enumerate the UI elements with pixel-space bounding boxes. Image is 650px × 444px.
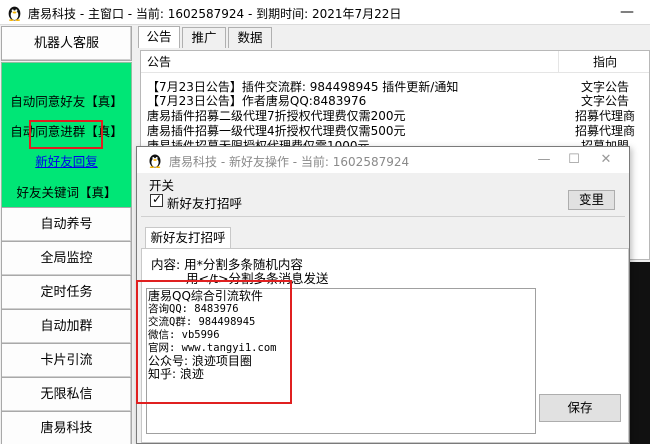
change-button[interactable]: 变里: [568, 190, 615, 210]
column-header-target[interactable]: 指向: [559, 51, 649, 73]
scheduled-task-button[interactable]: 定时任务: [1, 275, 132, 310]
unlimited-dm-button[interactable]: 无限私信: [1, 377, 132, 412]
announcement-text: 唐易插件招募一级代理4折授权代理费仅需500元: [147, 124, 406, 138]
announcement-target: 招募代理商: [574, 124, 635, 138]
dialog-maximize-button[interactable]: ☐: [559, 148, 589, 172]
auto-join-group-button[interactable]: 自动加群: [1, 309, 132, 344]
save-button[interactable]: 保存: [539, 394, 621, 422]
global-monitor-button[interactable]: 全局监控: [1, 241, 132, 276]
tangyi-tech-button[interactable]: 唐易科技: [1, 411, 132, 444]
minimize-button[interactable]: —: [610, 0, 644, 25]
list-item[interactable]: 唐易插件招募一级代理4折授权代理费仅需500元 招募代理商: [141, 124, 649, 138]
auto-nurture-button[interactable]: 自动养号: [1, 207, 132, 242]
announcement-target: 文字公告: [580, 94, 629, 108]
announcement-text: 【7月23日公告】作者唐易QQ:8483976: [147, 94, 367, 108]
tab-data[interactable]: 数据: [228, 27, 272, 48]
main-title-bar: 唐易科技 - 主窗口 - 当前: 1602587924 - 到期时间: 2021…: [0, 0, 650, 25]
dialog-title-bar[interactable]: 唐易科技 - 新好友操作 - 当前: 1602587924 — ☐ ✕: [137, 147, 629, 173]
column-header-announcement[interactable]: 公告: [141, 51, 559, 73]
tab-announcement[interactable]: 公告: [138, 26, 180, 48]
announcement-text: 唐易插件招募二级代理7折授权代理费仅需200元: [147, 109, 406, 123]
tab-promotion[interactable]: 推广: [182, 27, 226, 48]
checkmark-icon: ✓: [152, 192, 163, 206]
greet-new-friend-label[interactable]: 新好友打招呼: [167, 193, 242, 212]
announcement-target: 招募代理商: [574, 109, 635, 123]
window-title: 唐易科技 - 主窗口 - 当前: 1602587924 - 到期时间: 2021…: [28, 7, 402, 21]
dialog-close-button[interactable]: ✕: [591, 148, 621, 172]
list-header: 公告 指向: [141, 51, 649, 73]
friend-keyword-option[interactable]: 好友关键词【真】: [2, 182, 131, 201]
auto-accept-friend-option[interactable]: 自动同意好友【真】: [2, 91, 131, 110]
list-item[interactable]: 【7月23日公告】插件交流群: 984498945 插件更新/通知 文字公告: [141, 80, 649, 94]
console-edge: [630, 262, 650, 444]
new-friend-reply-link[interactable]: 新好友回复: [2, 151, 131, 170]
minimize-icon: —: [537, 152, 551, 167]
dialog-minimize-button[interactable]: —: [529, 148, 559, 172]
dialog-title: 唐易科技 - 新好友操作 - 当前: 1602587924: [169, 155, 410, 169]
announcement-text: 【7月23日公告】插件交流群: 984498945 插件更新/通知: [147, 80, 459, 94]
tab-greet-new-friend[interactable]: 新好友打招呼: [145, 227, 231, 249]
penguin-app-icon: [8, 6, 21, 21]
maximize-icon: ☐: [568, 152, 580, 167]
close-icon: ✕: [600, 152, 612, 167]
highlight-box: [29, 120, 103, 149]
card-traffic-button[interactable]: 卡片引流: [1, 343, 132, 378]
penguin-app-icon: [149, 154, 161, 168]
divider: [141, 216, 625, 217]
list-item[interactable]: 【7月23日公告】作者唐易QQ:8483976 文字公告: [141, 94, 649, 108]
list-item[interactable]: 唐易插件招募二级代理7折授权代理费仅需200元 招募代理商: [141, 109, 649, 123]
minimize-icon: —: [620, 4, 634, 20]
robot-service-button[interactable]: 机器人客服: [1, 26, 132, 61]
announcement-target: 文字公告: [580, 80, 629, 94]
greet-new-friend-checkbox[interactable]: ✓: [150, 192, 163, 207]
left-panel: 机器人客服 自动同意好友【真】 自动同意进群【真】 新好友回复 好友关键词【真】…: [0, 25, 136, 444]
highlight-box: [136, 280, 292, 404]
